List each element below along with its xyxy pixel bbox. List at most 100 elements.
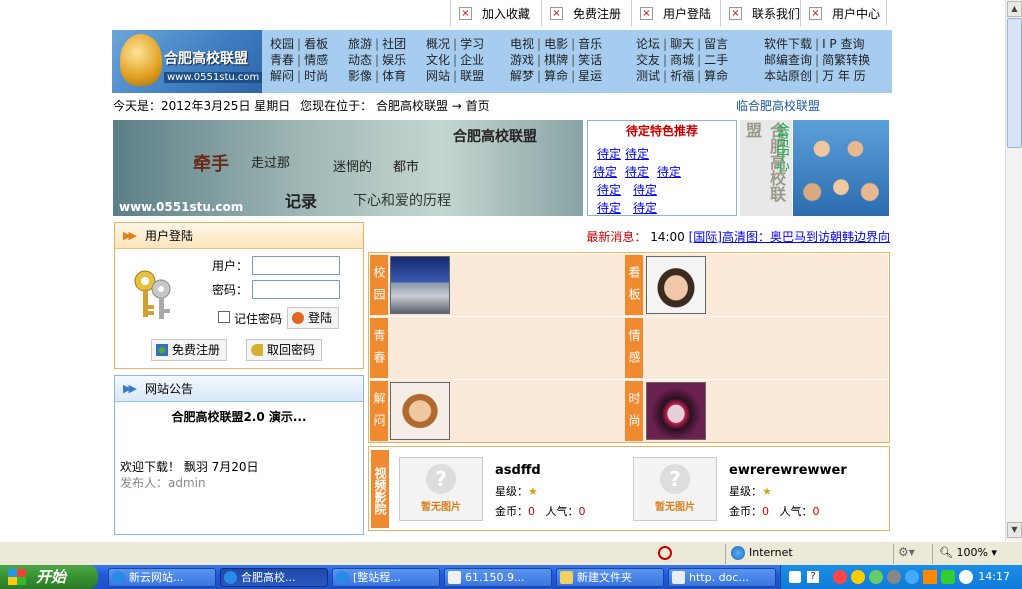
free-register-link[interactable]: × 免费注册: [541, 0, 628, 26]
nav-link[interactable]: 二手: [704, 53, 728, 67]
security-shield-icon[interactable]: [941, 570, 955, 584]
member-center-banner[interactable]: 会员中心: [760, 120, 792, 216]
nav-link[interactable]: 音乐: [578, 37, 602, 51]
video-name[interactable]: asdffd: [495, 463, 541, 478]
tray-app-icon[interactable]: [923, 570, 937, 584]
nav-link[interactable]: 算命: [544, 69, 568, 83]
recommend-link[interactable]: 待定: [657, 163, 681, 180]
category-label-fashion[interactable]: 时尚: [625, 381, 643, 441]
nav-link[interactable]: 算命: [704, 69, 728, 83]
nav-link[interactable]: 娱乐: [382, 53, 406, 67]
taskbar-item[interactable]: http. doc...: [668, 568, 776, 587]
nav-link[interactable]: 论坛: [636, 37, 660, 51]
keyboard-icon[interactable]: [789, 571, 801, 583]
recommend-link[interactable]: 待定: [597, 145, 621, 162]
breadcrumb-home[interactable]: 首页: [466, 99, 490, 113]
user-login-link[interactable]: × 用户登陆: [631, 0, 718, 26]
board-thumbnail[interactable]: [646, 256, 706, 314]
nav-link[interactable]: 电视: [510, 37, 534, 51]
campus-thumbnail[interactable]: [390, 256, 450, 314]
user-center-link[interactable]: × 用户中心: [800, 0, 888, 26]
nav-link[interactable]: 解闷: [270, 69, 294, 83]
video-item[interactable]: ? 暂无图片 asdffd 星级：★ 金币：0 人气：0: [389, 447, 629, 532]
nav-link[interactable]: 影像: [348, 69, 372, 83]
volume-icon[interactable]: [959, 570, 973, 584]
category-label-campus[interactable]: 校园: [370, 255, 388, 315]
recommend-link[interactable]: 待定: [625, 163, 649, 180]
nav-link[interactable]: I P 查询: [822, 37, 864, 51]
password-input[interactable]: [252, 280, 340, 299]
breadcrumb-site[interactable]: 合肥高校联盟: [376, 99, 448, 113]
username-input[interactable]: [252, 256, 340, 275]
nav-link[interactable]: 概况: [426, 37, 450, 51]
recommend-link[interactable]: 待定: [625, 145, 649, 162]
nav-link[interactable]: 学习: [460, 37, 484, 51]
tray-app-icon[interactable]: [833, 570, 847, 584]
retrieve-password-button[interactable]: 取回密码: [246, 339, 323, 361]
nav-link[interactable]: 电影: [544, 37, 568, 51]
notice-headline[interactable]: 合肥高校联盟2.0 演示...: [115, 408, 363, 425]
login-submit-button[interactable]: 登陆: [287, 307, 340, 329]
nav-link[interactable]: 万 年 历: [822, 69, 866, 83]
nav-link[interactable]: 校园: [270, 37, 294, 51]
tray-app-icon[interactable]: [869, 570, 883, 584]
qq-icon[interactable]: [851, 570, 865, 584]
nav-link[interactable]: 简繁转换: [822, 53, 870, 67]
category-label-board[interactable]: 看板: [625, 255, 643, 315]
nav-link[interactable]: 网站: [426, 69, 450, 83]
help-icon[interactable]: ?: [807, 571, 819, 583]
recommend-link[interactable]: 待定: [633, 181, 657, 198]
site-logo[interactable]: 合肥高校联盟 www.0551stu.com: [112, 30, 263, 93]
nav-link[interactable]: 青春: [270, 53, 294, 67]
nav-link[interactable]: 看板: [304, 37, 328, 51]
taskbar-item-active[interactable]: 合肥高校...: [220, 568, 328, 587]
nav-link[interactable]: 留言: [704, 37, 728, 51]
register-button[interactable]: 免费注册: [151, 339, 228, 361]
nav-link[interactable]: 旅游: [348, 37, 372, 51]
nav-link[interactable]: 社团: [382, 37, 406, 51]
nav-link[interactable]: 软件下载: [764, 37, 812, 51]
scroll-up-icon[interactable]: ▲: [1007, 1, 1022, 17]
nav-link[interactable]: 祈福: [670, 69, 694, 83]
security-settings-icon[interactable]: ⚙▾: [898, 545, 915, 559]
taskbar-item[interactable]: 新云网站...: [108, 568, 216, 587]
video-label[interactable]: 视频影院: [371, 450, 389, 528]
recommend-link[interactable]: 待定: [593, 163, 617, 180]
nav-link[interactable]: 解梦: [510, 69, 534, 83]
fashion-thumbnail[interactable]: [646, 382, 706, 440]
tray-app-icon[interactable]: [887, 570, 901, 584]
vertical-scrollbar[interactable]: ▲ ▼: [1005, 0, 1022, 541]
nav-link[interactable]: 笑话: [578, 53, 602, 67]
nav-link[interactable]: 测试: [636, 69, 660, 83]
scroll-down-icon[interactable]: ▼: [1007, 522, 1022, 538]
taskbar-item[interactable]: [整站程...: [332, 568, 440, 587]
taskbar-item[interactable]: 新建文件夹: [556, 568, 664, 587]
taskbar-item[interactable]: 61.150.9...: [444, 568, 552, 587]
category-label-youth[interactable]: 青春: [370, 318, 388, 378]
tray-app-icon[interactable]: [905, 570, 919, 584]
nav-link[interactable]: 商城: [670, 53, 694, 67]
nav-link[interactable]: 企业: [460, 53, 484, 67]
nav-link[interactable]: 棋牌: [544, 53, 568, 67]
news-link[interactable]: [国际]高清图：奥巴马到访朝韩边界向: [689, 230, 890, 244]
video-item[interactable]: ? 暂无图片 ewrerewrewwer 星级：★ 金币：0 人气：0: [623, 447, 863, 532]
start-button[interactable]: 开始: [0, 565, 98, 589]
remember-checkbox[interactable]: [218, 311, 230, 323]
add-favorite-link[interactable]: × 加入收藏: [450, 0, 537, 26]
video-name[interactable]: ewrerewrewwer: [729, 463, 847, 478]
zoom-control[interactable]: 🔍︎ 100% ▾: [939, 546, 997, 559]
relax-thumbnail[interactable]: [390, 382, 450, 440]
category-label-relax[interactable]: 解闷: [370, 381, 388, 441]
recommend-link[interactable]: 待定: [597, 181, 621, 198]
nav-link[interactable]: 聊天: [670, 37, 694, 51]
contact-link[interactable]: × 联系我们: [720, 0, 807, 26]
nav-link[interactable]: 交友: [636, 53, 660, 67]
nav-link[interactable]: 本站原创: [764, 69, 812, 83]
recommend-link[interactable]: 待定: [633, 199, 657, 216]
nav-link[interactable]: 文化: [426, 53, 450, 67]
scroll-thumb[interactable]: [1007, 18, 1022, 148]
nav-link[interactable]: 游戏: [510, 53, 534, 67]
nav-link[interactable]: 邮编查询: [764, 53, 812, 67]
nav-link[interactable]: 联盟: [460, 69, 484, 83]
nav-link[interactable]: 时尚: [304, 69, 328, 83]
